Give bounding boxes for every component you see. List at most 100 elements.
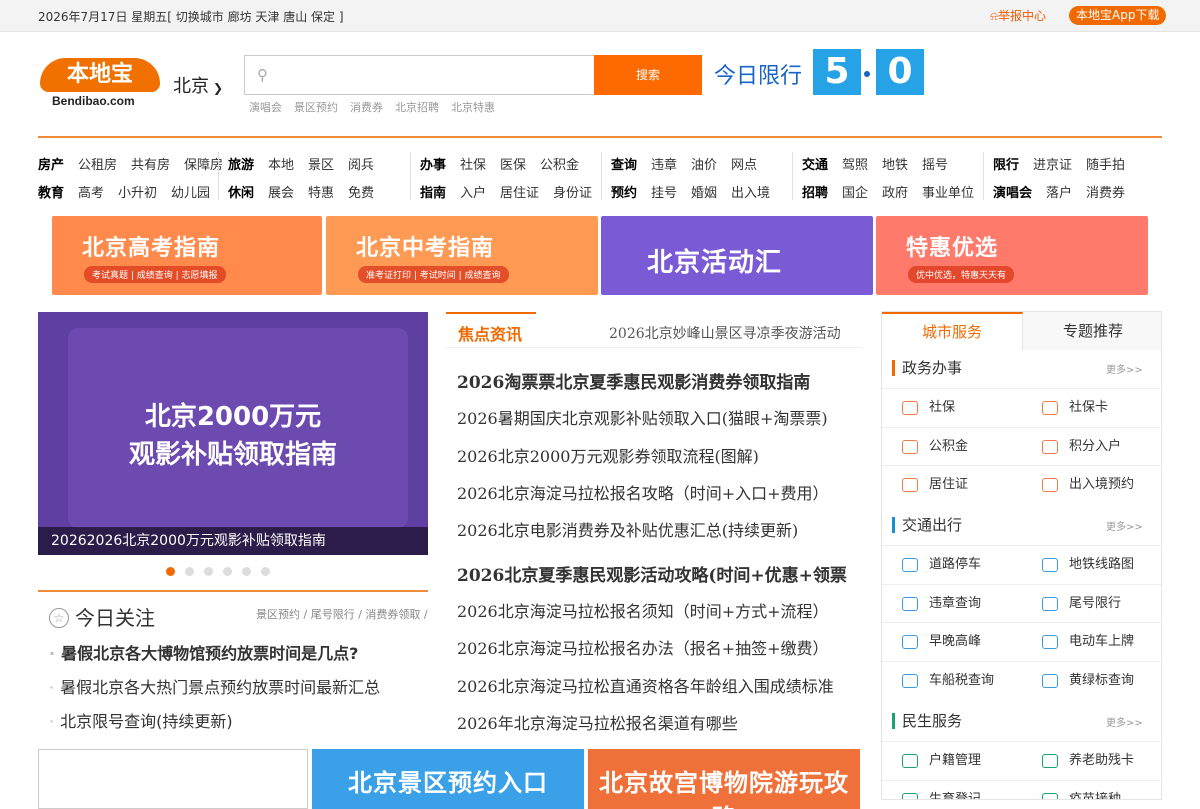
promo-banner[interactable]: 北京高考指南 考试真题 | 成绩查询 | 志愿填报 bbox=[52, 216, 322, 295]
tab-city-services[interactable]: 城市服务 bbox=[882, 312, 1023, 350]
news-item[interactable]: 2026北京2000万元观影券领取流程(图解) bbox=[457, 443, 759, 467]
news-item[interactable]: 2026北京电影消费券及补贴优惠汇总(持续更新) bbox=[457, 517, 798, 541]
nav-link[interactable]: 本地 bbox=[268, 158, 294, 173]
service-item[interactable]: 违章查询 bbox=[882, 583, 1022, 622]
bottom-banner[interactable]: 北京故宫博物院游玩攻略 bbox=[588, 749, 860, 809]
carousel-dot[interactable] bbox=[204, 567, 213, 576]
hot-word-link[interactable]: 演唱会 bbox=[249, 101, 282, 114]
hot-word-link[interactable]: 北京招聘 bbox=[395, 101, 439, 114]
service-item[interactable]: 积分入户 bbox=[1022, 426, 1161, 465]
more-link[interactable]: 更多>> bbox=[1106, 361, 1143, 376]
news-item[interactable]: 2026暑期国庆北京观影补贴领取入口(猫眼+淘票票) bbox=[457, 405, 828, 429]
news-item[interactable]: 2026北京海淀马拉松直通资格各年龄组入围成绩标准 bbox=[457, 673, 834, 697]
nav-link[interactable]: 婚姻 bbox=[691, 186, 717, 201]
nav-category[interactable]: 查询 bbox=[611, 158, 637, 173]
bottom-banner[interactable] bbox=[38, 749, 308, 809]
service-item[interactable]: 居住证 bbox=[882, 465, 1022, 503]
hot-word-link[interactable]: 北京特惠 bbox=[451, 101, 495, 114]
nav-category[interactable]: 休闲 bbox=[228, 186, 254, 201]
search-button[interactable]: 搜索 bbox=[594, 55, 702, 95]
nav-category[interactable]: 办事 bbox=[420, 158, 446, 173]
date-city-switch[interactable]: 2026年7月17日 星期五[ 切换城市 廊坊 天津 唐山 保定 ] bbox=[38, 8, 344, 25]
nav-link[interactable]: 事业单位 bbox=[922, 186, 974, 201]
nav-link[interactable]: 共有房 bbox=[131, 158, 170, 173]
carousel-dot[interactable] bbox=[185, 567, 194, 576]
headline-news[interactable]: 2026北京夏季惠民观影活动攻略(时间+优惠+领票 bbox=[457, 561, 847, 586]
service-item[interactable]: 出入境预约 bbox=[1022, 465, 1161, 503]
city-selector[interactable]: 北京 ❯ bbox=[173, 72, 223, 98]
news-item[interactable]: 2026北京海淀马拉松报名攻略（时间+入口+费用） bbox=[457, 480, 829, 504]
nav-category[interactable]: 招聘 bbox=[802, 186, 828, 201]
service-item[interactable]: 社保卡 bbox=[1022, 388, 1161, 426]
nav-category[interactable]: 房产 bbox=[38, 158, 64, 173]
nav-link[interactable]: 免费 bbox=[348, 186, 374, 201]
news-item[interactable]: 2026北京海淀马拉松报名办法（报名+抽签+缴费） bbox=[457, 635, 829, 659]
nav-link[interactable]: 随手拍 bbox=[1086, 158, 1125, 173]
nav-link[interactable]: 社保 bbox=[460, 158, 486, 173]
service-item[interactable]: 生育登记 bbox=[882, 779, 1022, 799]
nav-category[interactable]: 限行 bbox=[993, 158, 1019, 173]
report-center-link[interactable]: ⍾举报中心 bbox=[990, 7, 1046, 24]
nav-link[interactable]: 消费券 bbox=[1086, 186, 1125, 201]
promo-banner[interactable]: 特惠优选 优中优选，特惠天天有 bbox=[876, 216, 1148, 295]
carousel-dot[interactable] bbox=[223, 567, 232, 576]
news-item[interactable]: 2026年北京海淀马拉松报名渠道有哪些 bbox=[457, 710, 738, 734]
nav-link[interactable]: 摇号 bbox=[922, 158, 948, 173]
nav-link[interactable]: 政府 bbox=[882, 186, 908, 201]
carousel-dot[interactable] bbox=[242, 567, 251, 576]
nav-category[interactable]: 指南 bbox=[420, 186, 446, 201]
nav-link[interactable]: 阅兵 bbox=[348, 158, 374, 173]
service-item[interactable]: 地铁线路图 bbox=[1022, 545, 1161, 583]
nav-link[interactable]: 落户 bbox=[1046, 186, 1072, 201]
nav-link[interactable]: 景区 bbox=[308, 158, 334, 173]
nav-link[interactable]: 地铁 bbox=[882, 158, 908, 173]
attention-item[interactable]: 暑假北京各大博物馆预约放票时间是几点? bbox=[49, 640, 358, 664]
headline-news[interactable]: 2026淘票票北京夏季惠民观影消费券领取指南 bbox=[457, 368, 810, 393]
nav-link[interactable]: 医保 bbox=[500, 158, 526, 173]
nav-category[interactable]: 教育 bbox=[38, 186, 64, 201]
nav-link[interactable]: 特惠 bbox=[308, 186, 334, 201]
attention-item[interactable]: 北京限号查询(持续更新) bbox=[49, 708, 233, 732]
tab-focus-news[interactable]: 焦点资讯 bbox=[458, 321, 522, 345]
nav-link[interactable]: 网点 bbox=[731, 158, 757, 173]
service-item[interactable]: 公积金 bbox=[882, 426, 1022, 465]
nav-link[interactable]: 入户 bbox=[460, 186, 486, 201]
carousel-caption[interactable]: 20262026北京2000万元观影补贴领取指南 bbox=[38, 527, 428, 555]
app-download-button[interactable]: 本地宝App下载 bbox=[1069, 6, 1167, 25]
attention-tags[interactable]: 景区预约 / 尾号限行 / 消费券领取 / bbox=[256, 606, 428, 622]
nav-category[interactable]: 旅游 bbox=[228, 158, 254, 173]
promo-banner[interactable]: 北京活动汇 bbox=[601, 216, 873, 295]
promo-banner[interactable]: 北京中考指南 准考证打印 | 考试时间 | 成绩查询 bbox=[326, 216, 598, 295]
news-ticker[interactable]: 2026北京妙峰山景区寻凉季夜游活动 bbox=[609, 323, 841, 343]
service-item[interactable]: 电动车上牌 bbox=[1022, 622, 1161, 660]
service-item[interactable]: 社保 bbox=[882, 388, 1022, 426]
news-item[interactable]: 2026北京海淀马拉松报名须知（时间+方式+流程） bbox=[457, 598, 829, 622]
carousel[interactable]: 北京2000万元 观影补贴领取指南 20262026北京2000万元观影补贴领取… bbox=[38, 312, 428, 555]
nav-category[interactable]: 预约 bbox=[611, 186, 637, 201]
nav-link[interactable]: 居住证 bbox=[500, 186, 539, 201]
service-item[interactable]: 户籍管理 bbox=[882, 741, 1022, 779]
service-item[interactable]: 黄绿标查询 bbox=[1022, 660, 1161, 699]
service-item[interactable]: 道路停车 bbox=[882, 545, 1022, 583]
service-item[interactable]: 养老助残卡 bbox=[1022, 741, 1161, 779]
nav-link[interactable]: 公积金 bbox=[540, 158, 579, 173]
search-input[interactable] bbox=[279, 64, 579, 86]
hot-word-link[interactable]: 景区预约 bbox=[294, 101, 338, 114]
nav-link[interactable]: 展会 bbox=[268, 186, 294, 201]
nav-link[interactable]: 驾照 bbox=[842, 158, 868, 173]
service-item[interactable]: 车船税查询 bbox=[882, 660, 1022, 699]
nav-link[interactable]: 身份证 bbox=[553, 186, 592, 201]
nav-link[interactable]: 出入境 bbox=[731, 186, 770, 201]
nav-link[interactable]: 幼儿园 bbox=[171, 186, 210, 201]
nav-link[interactable]: 小升初 bbox=[118, 186, 157, 201]
nav-link[interactable]: 违章 bbox=[651, 158, 677, 173]
more-link[interactable]: 更多>> bbox=[1106, 518, 1143, 533]
nav-link[interactable]: 公租房 bbox=[78, 158, 117, 173]
more-link[interactable]: 更多>> bbox=[1106, 714, 1143, 729]
nav-category[interactable]: 交通 bbox=[802, 158, 828, 173]
nav-link[interactable]: 进京证 bbox=[1033, 158, 1072, 173]
service-item[interactable]: 疫苗接种 bbox=[1022, 779, 1161, 799]
bottom-banner[interactable]: 北京景区预约入口 bbox=[312, 749, 584, 809]
site-logo[interactable]: 本地宝 Bendibao.com bbox=[38, 58, 160, 108]
nav-link[interactable]: 高考 bbox=[78, 186, 104, 201]
